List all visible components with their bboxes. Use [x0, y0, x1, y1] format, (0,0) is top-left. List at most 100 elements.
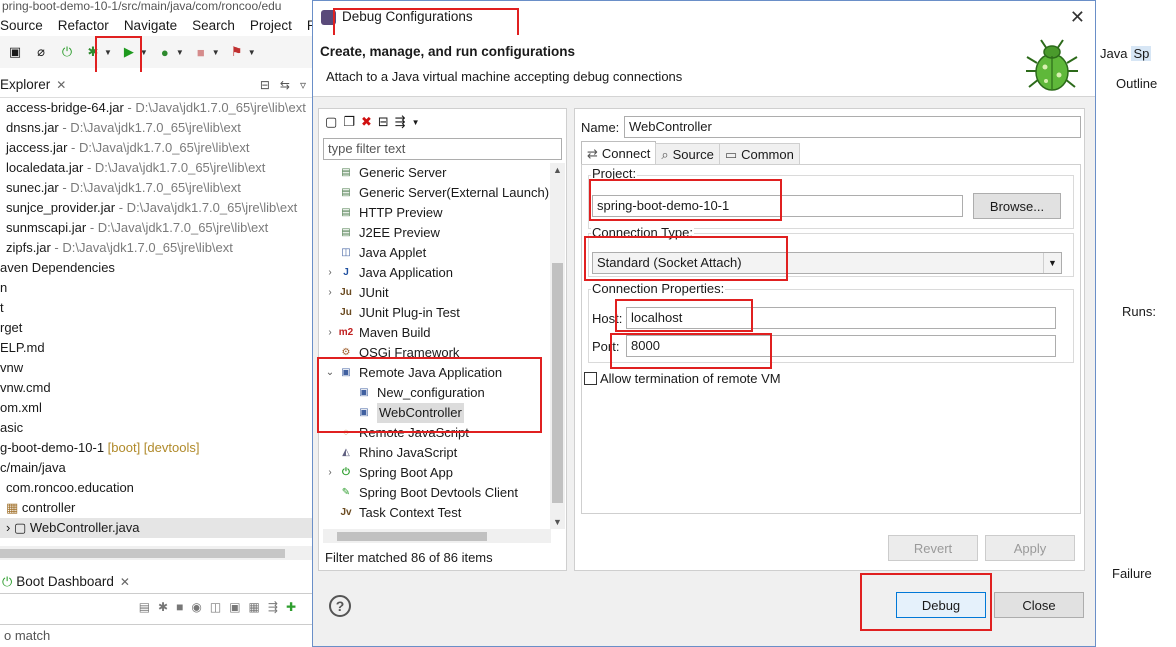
- tree-item[interactable]: jaccess.jar - D:\Java\jdk1.7.0_65\jre\li…: [0, 138, 312, 158]
- view-menu-icon[interactable]: ▿: [300, 78, 306, 92]
- config-tree-item[interactable]: ◭ Rhino JavaScript: [323, 443, 551, 463]
- tree-item[interactable]: vnw: [0, 358, 312, 378]
- close-icon[interactable]: ✕: [120, 575, 130, 589]
- failure-trace-tab[interactable]: Failure: [1112, 566, 1152, 581]
- chevron-right-icon[interactable]: ›: [323, 463, 337, 483]
- tab-source[interactable]: ⌕ Source: [655, 143, 720, 165]
- collapse-all-icon[interactable]: ⊟: [378, 114, 389, 130]
- config-tree-item[interactable]: ⚙ OSGi Framework: [323, 343, 551, 363]
- config-tree-item[interactable]: ◌ Remote JavaScript: [323, 423, 551, 443]
- tree-item[interactable]: dnsns.jar - D:\Java\jdk1.7.0_65\jre\lib\…: [0, 118, 312, 138]
- menu-item-navigate[interactable]: Navigate: [124, 18, 177, 33]
- toggle-breakpoint-icon[interactable]: ⌀: [32, 43, 50, 61]
- config-tree-item[interactable]: ◫ Java Applet: [323, 243, 551, 263]
- tree-item[interactable]: t: [0, 298, 312, 318]
- filter-config-icon[interactable]: ⇶: [395, 114, 406, 130]
- tree-item[interactable]: c/main/java: [0, 458, 312, 478]
- explorer-horizontal-scrollbar[interactable]: [0, 546, 312, 560]
- tree-item[interactable]: › ▢ WebController.java: [0, 518, 312, 538]
- chevron-up-icon[interactable]: ▲: [553, 165, 562, 175]
- save-icon[interactable]: ▣: [6, 43, 24, 61]
- chevron-right-icon[interactable]: ›: [323, 323, 337, 343]
- spring-boot-run-icon[interactable]: ⏻: [58, 43, 76, 61]
- config-tree-item[interactable]: › Ju JUnit: [323, 283, 551, 303]
- delete-config-icon[interactable]: ✖: [361, 114, 372, 130]
- tree-item[interactable]: access-bridge-64.jar - D:\Java\jdk1.7.0_…: [0, 98, 312, 118]
- chevron-down-icon[interactable]: ⌄: [323, 363, 337, 383]
- tree-item[interactable]: ELP.md: [0, 338, 312, 358]
- tree-item[interactable]: om.xml: [0, 398, 312, 418]
- project-field[interactable]: spring-boot-demo-10-1: [592, 195, 963, 217]
- config-tree-item[interactable]: ▣ New_configuration: [323, 383, 551, 403]
- external-tools-icon[interactable]: ⚑: [228, 43, 246, 61]
- config-tree-item[interactable]: ▤ J2EE Preview: [323, 223, 551, 243]
- menu-item-project[interactable]: Project: [250, 18, 292, 33]
- config-tree-item[interactable]: ▤ Generic Server(External Launch): [323, 183, 551, 203]
- chevron-down-icon[interactable]: ▼: [104, 48, 112, 57]
- config-tree-scrollbar[interactable]: ▲ ▼: [550, 163, 565, 529]
- new-config-icon[interactable]: ▢: [325, 114, 337, 130]
- chevron-down-icon[interactable]: ▼: [248, 48, 256, 57]
- layout-icon[interactable]: ▦: [249, 600, 260, 614]
- duplicate-config-icon[interactable]: ❐: [343, 114, 355, 130]
- name-field[interactable]: WebController: [624, 116, 1081, 138]
- config-tree-item[interactable]: ▤ Generic Server: [323, 163, 551, 183]
- chevron-down-icon[interactable]: ▼: [212, 48, 220, 57]
- properties-icon[interactable]: ▣: [229, 600, 240, 614]
- open-browser-icon[interactable]: ◉: [191, 600, 201, 614]
- host-field[interactable]: localhost: [626, 307, 1056, 329]
- help-icon[interactable]: ?: [329, 595, 351, 617]
- boot-dashboard-search[interactable]: o match: [0, 624, 312, 647]
- config-tree-item[interactable]: ▤ HTTP Preview: [323, 203, 551, 223]
- browse-button[interactable]: Browse...: [973, 193, 1061, 219]
- chevron-right-icon[interactable]: ›: [323, 283, 337, 303]
- config-tree-item[interactable]: › J Java Application: [323, 263, 551, 283]
- tree-item[interactable]: rget: [0, 318, 312, 338]
- debug-button[interactable]: Debug: [896, 592, 986, 618]
- menu-item-search[interactable]: Search: [192, 18, 235, 33]
- chevron-down-icon[interactable]: ▼: [1043, 253, 1061, 273]
- config-tree-item[interactable]: Jv Task Context Test: [323, 503, 551, 523]
- config-tree-item[interactable]: ✎ Spring Boot Devtools Client: [323, 483, 551, 503]
- tree-item[interactable]: ▦ controller: [0, 498, 312, 518]
- chevron-down-icon[interactable]: ▼: [412, 118, 420, 127]
- tree-item[interactable]: g-boot-demo-10-1 [boot] [devtools]: [0, 438, 312, 458]
- coverage-icon[interactable]: ●: [156, 43, 174, 61]
- tree-item[interactable]: aven Dependencies: [0, 258, 312, 278]
- stop-icon[interactable]: ■: [176, 600, 183, 614]
- package-explorer-tab[interactable]: Explorer ✕ ⊟ ⇆ ▿: [0, 72, 312, 98]
- config-tree-item[interactable]: Ju JUnit Plug-in Test: [323, 303, 551, 323]
- console-icon[interactable]: ◫: [210, 600, 221, 614]
- config-tree-item[interactable]: › m2 Maven Build: [323, 323, 551, 343]
- tree-item[interactable]: n: [0, 278, 312, 298]
- close-icon[interactable]: ✕: [56, 78, 66, 92]
- filter-input[interactable]: type filter text: [323, 138, 562, 160]
- config-tree-item[interactable]: ⌄ ▣ Remote Java Application: [323, 363, 551, 383]
- collapse-all-icon[interactable]: ⊟: [260, 78, 270, 92]
- allow-termination-checkbox[interactable]: Allow termination of remote VM: [584, 371, 781, 386]
- config-tree-hscrollbar[interactable]: [323, 529, 551, 543]
- debug-icon[interactable]: ✱: [158, 600, 168, 614]
- chevron-down-icon[interactable]: ▼: [140, 48, 148, 57]
- tree-item[interactable]: com.roncoo.education: [0, 478, 312, 498]
- close-icon[interactable]: ✕: [1070, 7, 1085, 28]
- debug-bug-icon[interactable]: ✱: [84, 43, 102, 61]
- tab-common[interactable]: ▭ Common: [718, 143, 800, 165]
- chevron-right-icon[interactable]: ›: [6, 520, 14, 535]
- start-icon[interactable]: ▤: [139, 600, 150, 614]
- tree-item[interactable]: vnw.cmd: [0, 378, 312, 398]
- chevron-down-icon[interactable]: ▼: [553, 517, 562, 527]
- perspective-java[interactable]: Java: [1100, 46, 1127, 61]
- perspective-spring[interactable]: Sp: [1131, 45, 1152, 61]
- stop-icon[interactable]: ■: [192, 43, 210, 61]
- expose-icon[interactable]: ⇶: [268, 600, 278, 614]
- checkbox-box[interactable]: [584, 372, 597, 385]
- revert-button[interactable]: Revert: [888, 535, 978, 561]
- tree-item[interactable]: sunmscapi.jar - D:\Java\jdk1.7.0_65\jre\…: [0, 218, 312, 238]
- chevron-down-icon[interactable]: ▼: [176, 48, 184, 57]
- config-tree-item[interactable]: ▣ WebController: [323, 403, 551, 423]
- tree-item[interactable]: sunjce_provider.jar - D:\Java\jdk1.7.0_6…: [0, 198, 312, 218]
- tab-connect[interactable]: ⇄ Connect: [581, 141, 657, 165]
- tree-item[interactable]: sunec.jar - D:\Java\jdk1.7.0_65\jre\lib\…: [0, 178, 312, 198]
- menu-item-refactor[interactable]: Refactor: [58, 18, 109, 33]
